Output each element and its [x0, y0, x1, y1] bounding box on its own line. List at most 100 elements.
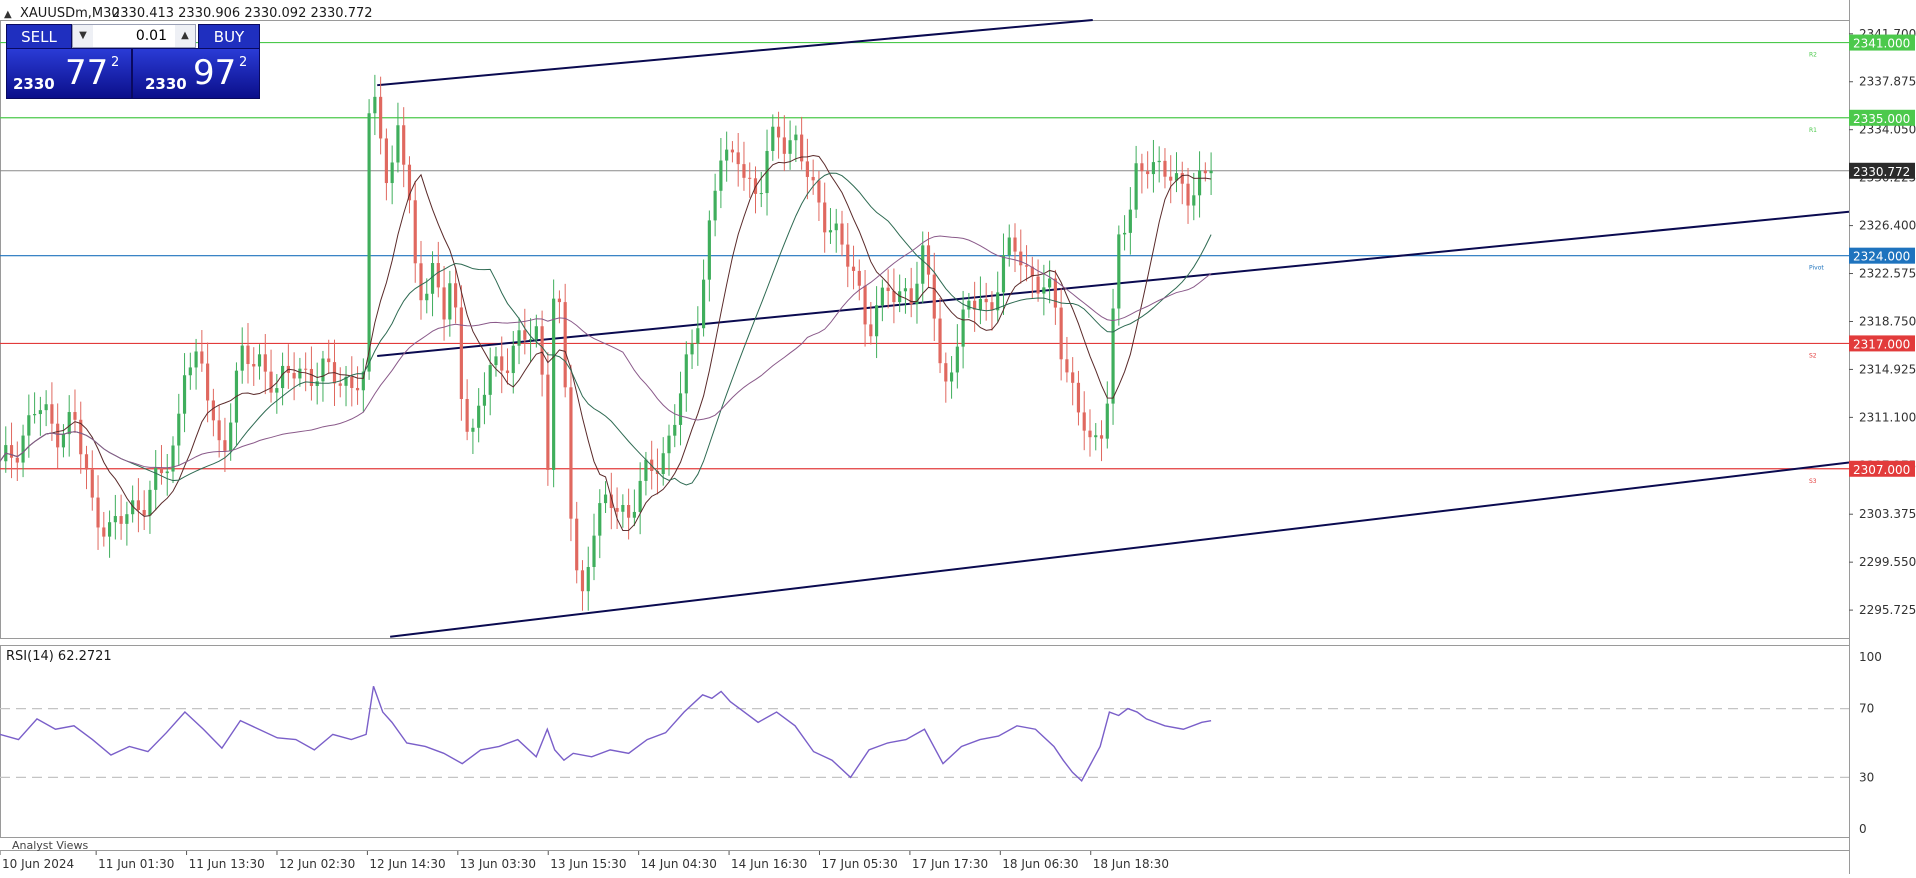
- price-tick-label: 2318.750: [1859, 314, 1916, 328]
- candle-body: [552, 298, 556, 470]
- price-chart[interactable]: R2R1PivotS2S3 2341.7002337.8752334.05023…: [0, 0, 1916, 874]
- buy-button[interactable]: BUY: [198, 24, 260, 50]
- candle-body: [1134, 163, 1138, 210]
- candle-body: [269, 371, 273, 393]
- candle-body: [56, 423, 60, 448]
- candle-body: [1088, 430, 1092, 438]
- candle-body: [857, 270, 861, 286]
- candle-body: [546, 374, 550, 470]
- candle-body: [136, 500, 140, 511]
- candle-body: [448, 283, 452, 320]
- time-tick-label: 17 Jun 05:30: [821, 857, 897, 871]
- candle-body: [1048, 278, 1052, 288]
- candle-body: [955, 346, 959, 373]
- candle-body: [229, 422, 233, 451]
- candle-body: [505, 370, 510, 374]
- candle-body: [1140, 163, 1144, 172]
- candle-body: [725, 149, 729, 161]
- candle-body: [263, 354, 267, 372]
- candle-body: [304, 368, 308, 370]
- lot-decrease-icon[interactable]: ▼: [73, 25, 93, 47]
- time-tick-label: 18 Jun 06:30: [1002, 857, 1078, 871]
- buy-price-panel[interactable]: 2330 97 2: [132, 48, 260, 99]
- candle-body: [569, 387, 573, 519]
- time-tick-label: 18 Jun 18:30: [1093, 857, 1169, 871]
- candle-body: [9, 445, 14, 458]
- candle-body: [742, 164, 746, 178]
- candle-body: [817, 180, 821, 203]
- candle-body: [967, 300, 971, 310]
- sell-price-big: 2330: [13, 75, 55, 93]
- sell-price-panel[interactable]: 2330 77 2: [6, 48, 132, 99]
- candle-body: [1001, 255, 1006, 293]
- candle-body: [690, 343, 694, 355]
- candle-body: [321, 358, 325, 382]
- candle-body: [1117, 234, 1121, 309]
- price-tick-label: 2299.550: [1859, 555, 1916, 569]
- candle-body: [188, 367, 192, 376]
- candle-body: [921, 245, 925, 284]
- candle-body: [834, 223, 838, 231]
- candle-body: [1094, 435, 1098, 438]
- time-tick-label: 11 Jun 13:30: [189, 857, 265, 871]
- pivot-name-s3: S3: [1809, 478, 1817, 485]
- candle-body: [678, 393, 683, 425]
- candle-body: [661, 453, 665, 475]
- candle-body: [944, 363, 948, 382]
- candle-body: [482, 394, 487, 406]
- sell-button[interactable]: SELL: [6, 24, 72, 50]
- candle-body: [684, 354, 688, 394]
- candle-body: [177, 413, 181, 446]
- candle-body: [73, 412, 77, 420]
- candle-body: [702, 279, 706, 329]
- pivot-tag-s2: 2317.000: [1853, 337, 1910, 351]
- buy-price-big: 2330: [145, 75, 187, 93]
- candle-body: [523, 330, 527, 340]
- candle-body: [851, 266, 856, 271]
- lot-size-field[interactable]: ▼ 0.01 ▲: [72, 24, 196, 48]
- candle-body: [419, 263, 423, 301]
- rsi-label: RSI(14) 62.2721: [6, 649, 112, 664]
- candle-body: [275, 388, 279, 393]
- candle-body: [615, 508, 619, 512]
- rsi-tick-label: 0: [1859, 822, 1867, 836]
- rsi-tick-label: 100: [1859, 650, 1882, 664]
- candle-body: [1209, 170, 1213, 174]
- candle-body: [1019, 251, 1023, 266]
- candle-body: [903, 288, 908, 292]
- candle-body: [528, 339, 533, 341]
- time-tick-label: 12 Jun 02:30: [279, 857, 355, 871]
- chart-header-arrow-icon[interactable]: ▲: [4, 9, 12, 20]
- buy-price-pips: 97: [193, 53, 237, 93]
- candle-body: [517, 330, 521, 346]
- time-tick-label: 10 Jun 2024: [2, 857, 74, 871]
- pivot-name-r2: R2: [1809, 52, 1817, 59]
- candle-body: [638, 480, 642, 512]
- candle-body: [44, 404, 48, 411]
- candle-body: [586, 566, 590, 592]
- candle-body: [794, 134, 798, 141]
- candle-body: [1128, 209, 1132, 233]
- time-tick-label: 12 Jun 14:30: [369, 857, 445, 871]
- candle-body: [67, 412, 71, 435]
- current-price-tag: 2330.772: [1853, 165, 1910, 179]
- time-tick-label: 11 Jun 01:30: [98, 857, 174, 871]
- candle-body: [154, 467, 158, 490]
- candle-body: [1007, 237, 1011, 256]
- candle-body: [1186, 183, 1190, 206]
- candle-body: [1157, 160, 1161, 163]
- chart-header-ohlc: 2330.413 2330.906 2330.092 2330.772: [112, 6, 373, 21]
- candle-body: [961, 309, 965, 347]
- candle-body: [442, 287, 446, 320]
- candle-body: [413, 200, 417, 264]
- candle-body: [869, 324, 873, 337]
- candle-body: [990, 302, 994, 311]
- candle-body: [125, 514, 129, 524]
- lot-increase-icon[interactable]: ▲: [175, 25, 195, 47]
- price-tick-label: 2337.875: [1859, 75, 1916, 89]
- candle-body: [949, 372, 954, 382]
- candle-body: [1180, 173, 1184, 184]
- candle-body: [373, 96, 377, 114]
- pivot-name-s2: S2: [1809, 352, 1817, 359]
- candle-body: [390, 162, 394, 184]
